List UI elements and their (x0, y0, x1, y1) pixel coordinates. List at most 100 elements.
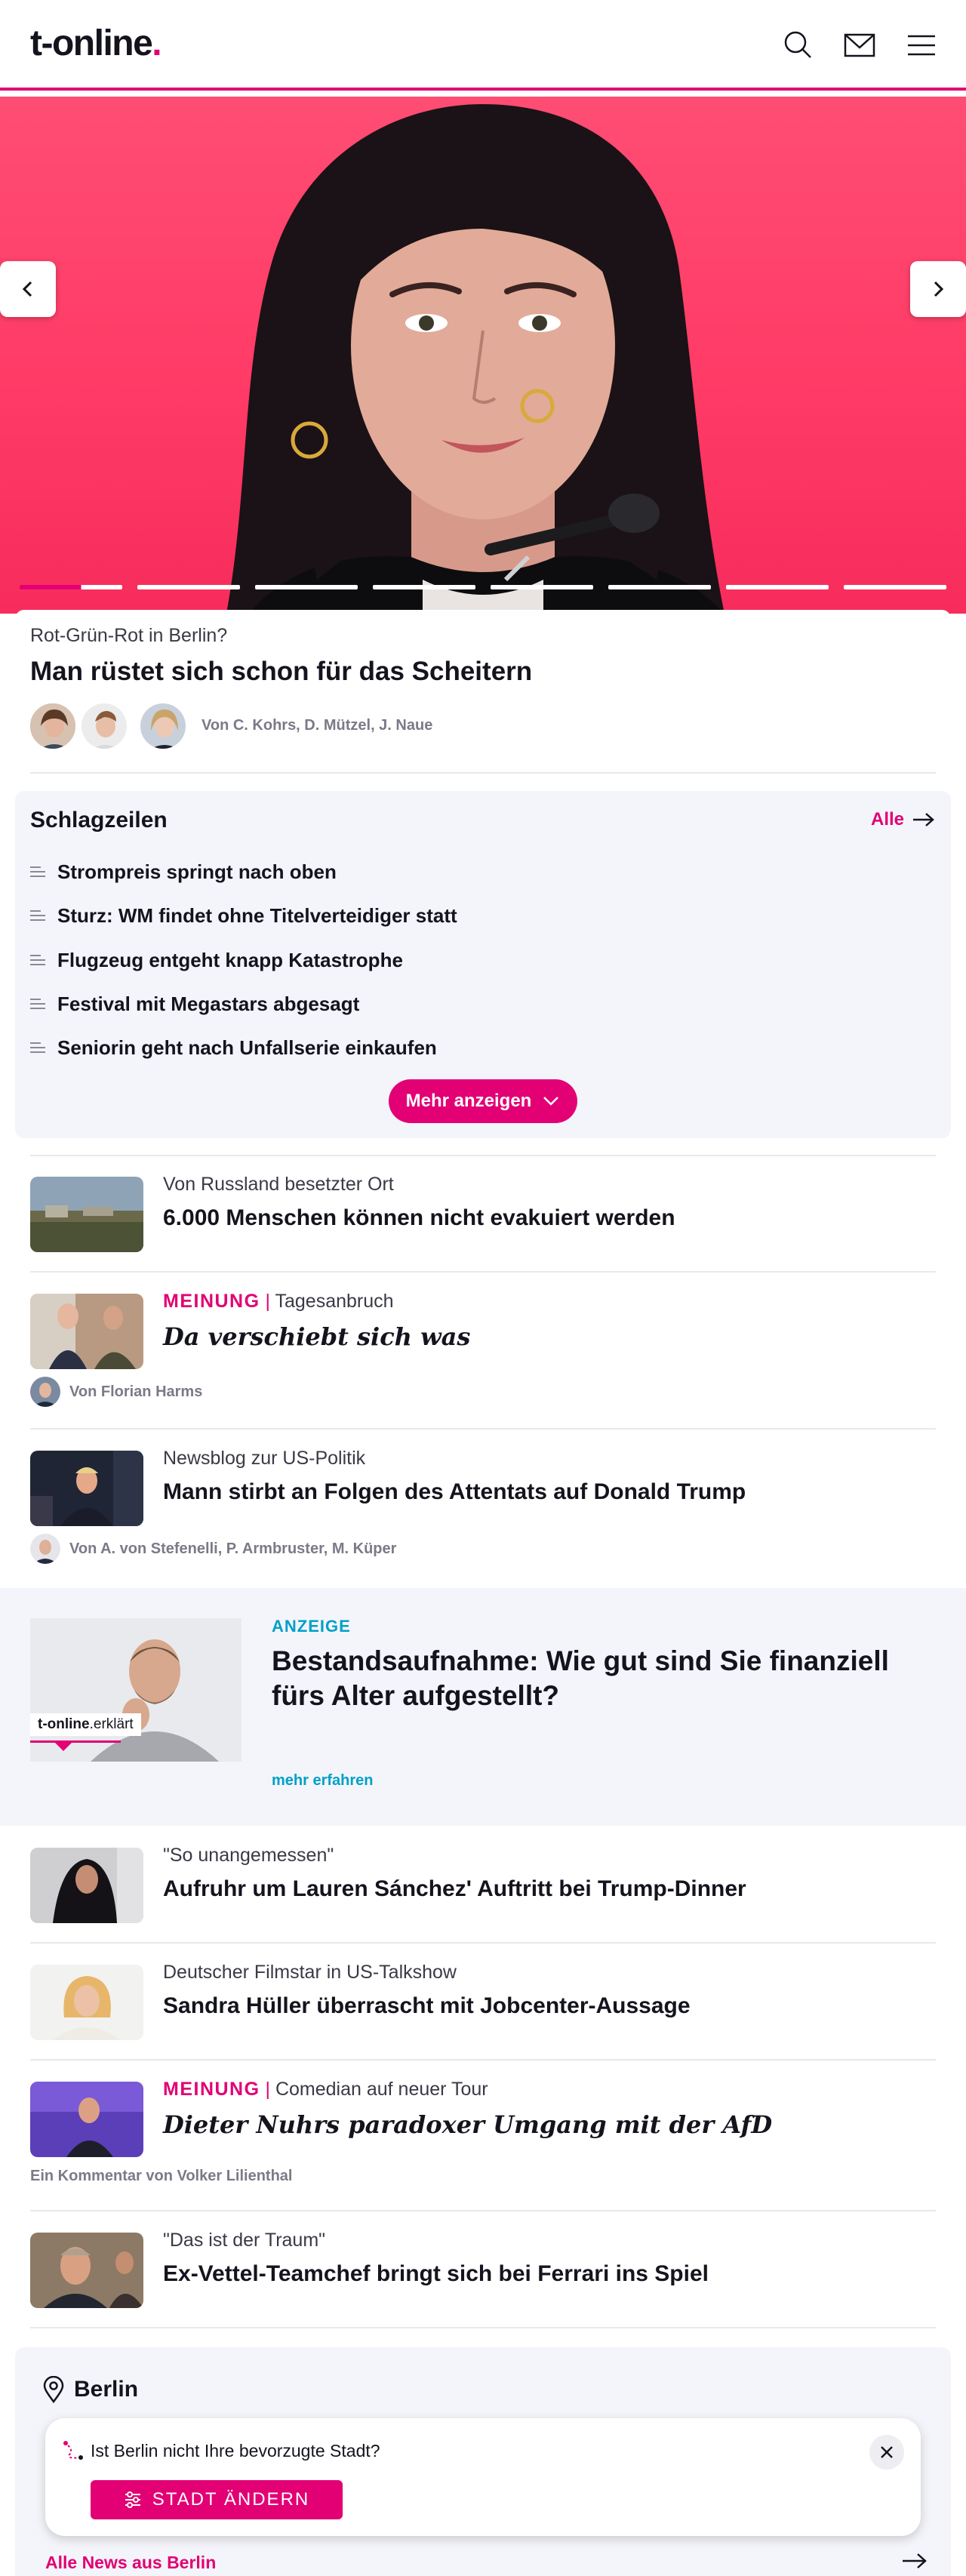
headline-item[interactable]: Flugzeug entgeht knapp Katastrophe (30, 949, 403, 972)
article-teaser[interactable]: Newsblog zur US-Politik Mann stirbt an F… (30, 1448, 936, 1568)
divider (30, 1942, 936, 1944)
hero-teaser[interactable]: Rot-Grün-Rot in Berlin? Man rüstet sich … (15, 610, 951, 770)
divider (30, 772, 936, 774)
change-city-label: STADT ÄNDERN (152, 2489, 310, 2510)
article-title[interactable]: Dieter Nuhrs paradoxer Umgang mit der Af… (163, 2110, 933, 2139)
headline-text[interactable]: Festival mit Megastars abgesagt (57, 993, 359, 1016)
search-icon[interactable] (780, 27, 817, 63)
ad-image[interactable]: t-online.erklärt (30, 1618, 242, 1762)
hero-headline[interactable]: Man rüstet sich schon für das Scheitern (30, 657, 532, 687)
opinion-tag: MEINUNG (163, 2079, 260, 2100)
carousel-dot[interactable] (137, 585, 240, 589)
article-teaser[interactable]: Deutscher Filmstar in US-Talkshow Sandra… (30, 1962, 936, 2045)
article-title[interactable]: Da verschiebt sich was (163, 1322, 933, 1351)
article-kicker: "So unangemessen" (163, 1845, 334, 1866)
carousel-next-button[interactable] (910, 261, 966, 317)
badge-pointer (53, 1740, 74, 1751)
text-lines-icon (30, 954, 45, 965)
article-thumbnail[interactable] (30, 2233, 143, 2308)
badge-underline (30, 1740, 121, 1743)
ad-label: ANZEIGE (272, 1617, 351, 1636)
divider (30, 2327, 936, 2328)
carousel-indicators[interactable] (20, 585, 946, 591)
site-header: t-online. (0, 0, 966, 91)
city-change-popup: Ist Berlin nicht Ihre bevorzugte Stadt? … (45, 2418, 921, 2536)
mail-icon[interactable] (841, 27, 878, 63)
headline-text[interactable]: Sturz: WM findet ohne Titelverteidiger s… (57, 904, 457, 928)
all-label: Alle (870, 809, 904, 829)
headline-item[interactable]: Seniorin geht nach Unfallserie einkaufen (30, 1036, 437, 1060)
article-thumbnail[interactable] (30, 2082, 143, 2157)
badge-suffix: .erklärt (89, 1716, 134, 1732)
show-more-button[interactable]: Mehr anzeigen (389, 1079, 577, 1123)
all-city-news-link[interactable]: Alle News aus Berlin (45, 2553, 216, 2573)
chevron-left-icon (22, 281, 32, 297)
chevron-right-icon (934, 281, 944, 297)
article-teaser[interactable]: Von Russland besetzter Ort 6.000 Mensche… (30, 1174, 936, 1257)
author-avatar (29, 702, 77, 750)
ad-more-link[interactable]: mehr erfahren (272, 1772, 374, 1790)
article-kicker: MEINUNG | Tagesanbruch (163, 1291, 394, 1313)
article-teaser[interactable]: MEINUNG | Comedian auf neuer Tour Dieter… (30, 2079, 936, 2199)
article-kicker: Deutscher Filmstar in US-Talkshow (163, 1962, 457, 1983)
article-thumbnail[interactable] (30, 1294, 143, 1369)
close-popup-button[interactable] (869, 2435, 904, 2470)
carousel-dot[interactable] (20, 585, 122, 589)
advertisement[interactable]: t-online.erklärt ANZEIGE Bestandsaufnahm… (0, 1588, 966, 1826)
hero-byline: Von C. Kohrs, D. Mützel, J. Naue (202, 717, 433, 734)
divider (30, 1428, 936, 1430)
article-teaser[interactable]: "Das ist der Traum" Ex-Vettel-Teamchef b… (30, 2230, 936, 2313)
article-teaser[interactable]: "So unangemessen" Aufruhr um Lauren Sánc… (30, 1845, 936, 1928)
carousel-dot[interactable] (491, 585, 593, 589)
hero-image[interactable] (0, 97, 966, 614)
article-teaser[interactable]: MEINUNG | Tagesanbruch Da verschiebt sic… (30, 1291, 936, 1411)
article-title[interactable]: Ex-Vettel-Teamchef bringt sich bei Ferra… (163, 2261, 933, 2287)
show-more-label: Mehr anzeigen (405, 1091, 532, 1111)
headline-text[interactable]: Flugzeug entgeht knapp Katastrophe (57, 949, 403, 972)
headline-item[interactable]: Festival mit Megastars abgesagt (30, 993, 359, 1016)
carousel-prev-button[interactable] (0, 261, 56, 317)
arrow-right-icon[interactable] (901, 2551, 928, 2571)
article-kicker: Newsblog zur US-Politik (163, 1448, 366, 1469)
menu-icon[interactable] (903, 27, 940, 63)
kicker-separator: | (260, 2079, 275, 2100)
city-name: Berlin (74, 2377, 139, 2402)
opinion-tag: MEINUNG (163, 1291, 260, 1312)
arrow-right-icon (913, 813, 934, 826)
headline-text[interactable]: Seniorin geht nach Unfallserie einkaufen (57, 1036, 437, 1060)
carousel-dot[interactable] (608, 585, 711, 589)
article-kicker: Von Russland besetzter Ort (163, 1174, 394, 1195)
carousel-dot[interactable] (373, 585, 475, 589)
article-thumbnail[interactable] (30, 1965, 143, 2040)
local-news-title: Berlin (42, 2376, 138, 2403)
ad-title[interactable]: Bestandsaufnahme: Wie gut sind Sie finan… (272, 1644, 936, 1714)
hero-kicker: Rot-Grün-Rot in Berlin? (30, 625, 228, 646)
badge-brand: t-online (38, 1716, 90, 1732)
carousel-dot[interactable] (844, 585, 946, 589)
article-thumbnail[interactable] (30, 1451, 143, 1526)
byline-text: Von A. von Stefenelli, P. Armbruster, M.… (69, 1540, 397, 1557)
divider (30, 1271, 936, 1273)
carousel-dot[interactable] (255, 585, 358, 589)
headline-item[interactable]: Strompreis springt nach oben (30, 860, 337, 884)
article-title[interactable]: Sandra Hüller überrascht mit Jobcenter-A… (163, 1993, 933, 2019)
t-online-logo[interactable]: t-online. (30, 23, 162, 64)
headline-text[interactable]: Strompreis springt nach oben (57, 860, 337, 884)
change-city-button[interactable]: STADT ÄNDERN (91, 2480, 343, 2519)
text-lines-icon (30, 866, 45, 877)
route-icon (63, 2441, 83, 2460)
headline-item[interactable]: Sturz: WM findet ohne Titelverteidiger s… (30, 904, 457, 928)
carousel-dot[interactable] (726, 585, 829, 589)
headlines-box: Schlagzeilen Alle Strompreis springt nac… (15, 791, 951, 1138)
article-title[interactable]: Aufruhr um Lauren Sánchez' Auftritt bei … (163, 1876, 933, 1902)
article-thumbnail[interactable] (30, 1848, 143, 1923)
byline-text: Ein Kommentar von Volker Lilienthal (30, 2168, 293, 2184)
article-title[interactable]: Mann stirbt an Folgen des Attentats auf … (163, 1479, 933, 1505)
article-title[interactable]: 6.000 Menschen können nicht evakuiert we… (163, 1205, 933, 1231)
close-icon (881, 2446, 893, 2458)
author-avatar (30, 1534, 60, 1564)
hero-carousel[interactable] (0, 97, 966, 614)
kicker-text: Comedian auf neuer Tour (275, 2079, 488, 2100)
article-thumbnail[interactable] (30, 1177, 143, 1252)
headlines-all-link[interactable]: Alle (871, 809, 936, 830)
